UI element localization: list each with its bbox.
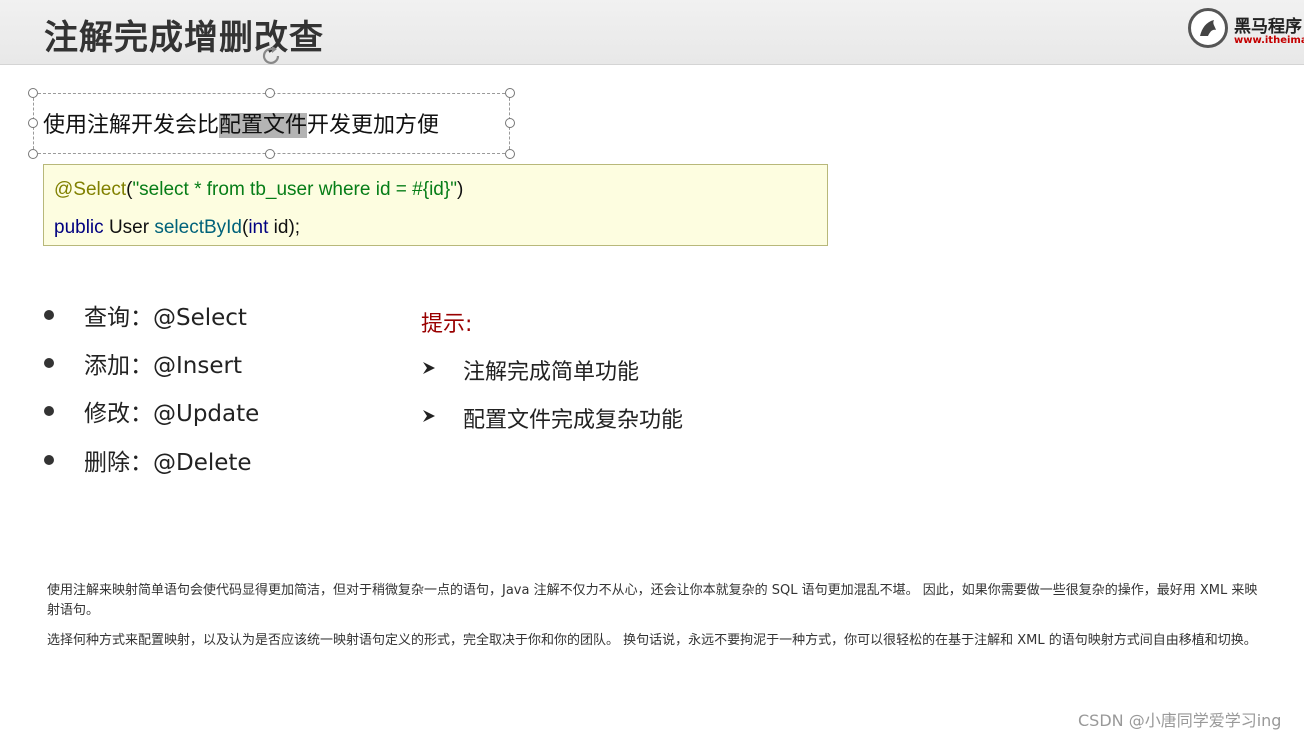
brand-name: 黑马程序 (1234, 17, 1302, 37)
intro-after: 开发更加方便 (307, 113, 440, 138)
bullet-dot-icon (44, 406, 54, 416)
watermark: CSDN @小唐同学爱学习ing (1078, 711, 1282, 730)
tip-item-text: 配置文件完成复杂功能 (463, 408, 684, 433)
code-line-1: @Select("select * from tb_user where id … (54, 179, 463, 201)
code-keyword: public (54, 217, 104, 238)
tip-title: 提示: (421, 312, 473, 337)
arrow-bullet-icon (421, 358, 437, 383)
code-type: User (108, 217, 150, 238)
code-keyword: int (248, 217, 269, 238)
intro-highlight: 配置文件 (219, 113, 308, 138)
tip-item-text: 注解完成简单功能 (463, 360, 640, 385)
code-method: selectById (154, 217, 242, 238)
bullet-dot-icon (44, 310, 54, 320)
horse-logo-icon (1188, 8, 1228, 48)
resize-handle-bottom-left[interactable] (28, 149, 38, 159)
note-paragraph-2: 选择何种方式来配置映射，以及认为是否应该统一映射语句定义的形式，完全取决于你和你… (47, 633, 1257, 648)
bullet-dot-icon (44, 358, 54, 368)
resize-handle-right[interactable] (505, 118, 515, 128)
code-line-2: public User selectById(int id); (54, 217, 300, 239)
resize-handle-top-left[interactable] (28, 88, 38, 98)
brand-url: www.itheima. (1234, 35, 1304, 46)
code-rest: id); (268, 217, 301, 238)
bullet-dot-icon (44, 455, 54, 465)
code-block: @Select("select * from tb_user where id … (43, 164, 828, 246)
brand-logo: 黑马程序 www.itheima. (1188, 6, 1304, 52)
resize-handle-top-right[interactable] (505, 88, 515, 98)
resize-handle-top[interactable] (265, 88, 275, 98)
arrow-bullet-icon (421, 406, 437, 431)
code-string: "select * from tb_user where id = #{id}" (132, 179, 457, 200)
intro-before: 使用注解开发会比 (43, 113, 220, 138)
rotate-handle-icon[interactable] (258, 43, 284, 69)
list-item-text: 查询：@Select (84, 305, 247, 331)
intro-text[interactable]: 使用注解开发会比配置文件开发更加方便 (43, 107, 439, 139)
code-annotation: @Select (54, 179, 127, 200)
note-paragraph-1: 使用注解来映射简单语句会使代码显得更加简洁，但对于稍微复杂一点的语句，Java … (47, 583, 1258, 618)
list-item-text: 删除：@Delete (84, 450, 252, 476)
code-paren: ) (456, 179, 464, 200)
slide-header: 注解完成增删改查 黑马程序 www.itheima. (0, 0, 1304, 65)
resize-handle-left[interactable] (28, 118, 38, 128)
list-item-text: 添加：@Insert (84, 353, 242, 379)
resize-handle-bottom[interactable] (265, 149, 275, 159)
list-item-text: 修改：@Update (84, 401, 260, 427)
resize-handle-bottom-right[interactable] (505, 149, 515, 159)
